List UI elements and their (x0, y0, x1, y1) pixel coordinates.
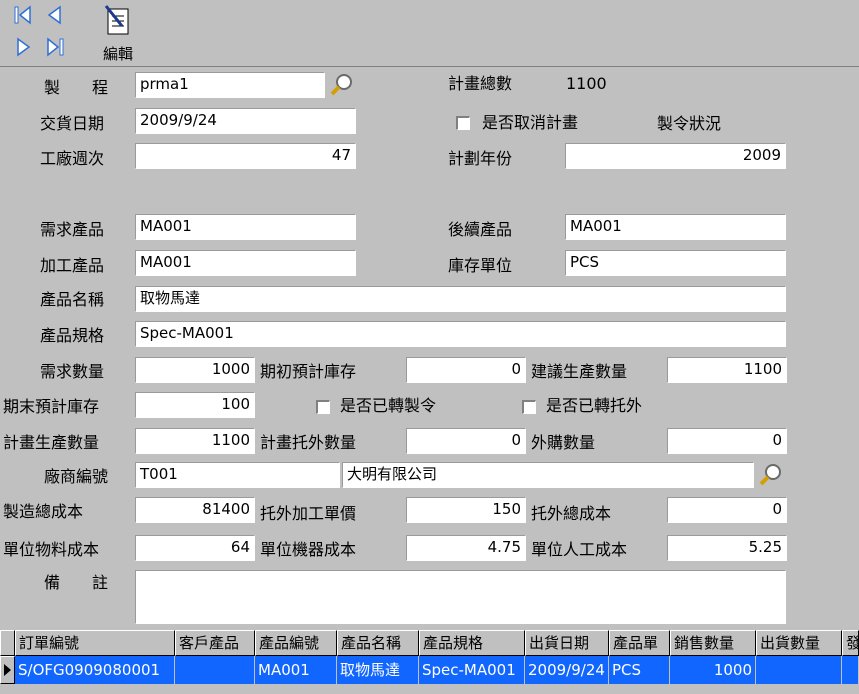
product-spec-field[interactable]: Spec-MA001 (135, 321, 786, 347)
purchase-qty-label: 外購數量 (531, 433, 596, 452)
unit-machine-cost-field[interactable]: 4.75 (406, 535, 526, 561)
demand-qty-field[interactable]: 1000 (135, 357, 255, 383)
cell-product-name[interactable]: 取物馬達 (337, 656, 419, 684)
edit-label: 編輯 (102, 45, 133, 63)
header-product-unit[interactable]: 產品單 (609, 630, 670, 656)
header-product-spec[interactable]: 產品規格 (419, 630, 525, 656)
cell-extra[interactable] (842, 656, 859, 684)
row-pointer-icon (4, 664, 11, 676)
next-record-icon[interactable] (12, 36, 34, 58)
product-name-field[interactable]: 取物馬達 (135, 286, 786, 312)
product-spec-label: 產品規格 (40, 326, 105, 345)
first-record-icon[interactable] (12, 4, 34, 26)
total-cost-field[interactable]: 81400 (135, 497, 255, 523)
process-field[interactable]: prma1 (135, 72, 325, 98)
next-product-label: 後續產品 (448, 220, 513, 239)
header-ship-date[interactable]: 出貨日期 (525, 630, 609, 656)
grid-header: 訂單編號 客戶產品 產品編號 產品名稱 產品規格 出貨日期 產品單 銷售數量 出… (0, 630, 859, 656)
outsource-total-cost-label: 托外總成本 (531, 504, 612, 523)
demand-product-label: 需求產品 (40, 220, 105, 239)
next-product-field[interactable]: MA001 (565, 214, 786, 240)
process-label: 製 程 (44, 78, 109, 97)
remarks-field[interactable] (135, 570, 786, 624)
to-outsource-label: 是否已轉托外 (546, 396, 643, 415)
header-ship-qty[interactable]: 出貨數量 (756, 630, 842, 656)
unit-machine-cost-label: 單位機器成本 (260, 540, 357, 559)
cell-sales-qty[interactable]: 1000 (670, 656, 756, 684)
purchase-qty-field[interactable]: 0 (667, 428, 787, 454)
plan-outsource-qty-field[interactable]: 0 (406, 428, 526, 454)
table-row[interactable]: S/OFG0909080001 MA001 取物馬達 Spec-MA001 20… (0, 656, 859, 684)
processed-product-label: 加工產品 (40, 256, 105, 275)
plan-year-label: 計劃年份 (448, 149, 513, 168)
grid-corner (0, 630, 15, 656)
factory-week-field[interactable]: 47 (135, 143, 356, 169)
vendor-no-label: 廠商編號 (44, 467, 109, 486)
header-extra[interactable]: 發 (842, 630, 859, 656)
total-cost-label: 製造總成本 (3, 502, 84, 521)
unit-labor-cost-label: 單位人工成本 (531, 540, 628, 559)
plan-outsource-qty-label: 計畫托外數量 (260, 433, 357, 452)
cancel-plan-checkbox[interactable] (456, 116, 470, 130)
order-status-label: 製令狀況 (657, 114, 722, 133)
plan-year-field[interactable]: 2009 (565, 143, 786, 169)
demand-qty-label: 需求數量 (40, 362, 105, 381)
end-est-stock-label: 期末預計庫存 (3, 397, 100, 416)
plan-prod-qty-label: 計畫生產數量 (3, 433, 100, 452)
vendor-no-field[interactable]: T001 (135, 462, 340, 488)
to-order-label: 是否已轉製令 (340, 396, 437, 415)
cell-product-spec[interactable]: Spec-MA001 (419, 656, 525, 684)
delivery-date-label: 交貨日期 (40, 114, 105, 133)
factory-week-label: 工廠週次 (40, 149, 105, 168)
demand-product-field[interactable]: MA001 (135, 214, 356, 240)
cell-ship-date[interactable]: 2009/9/24 (525, 656, 609, 684)
product-name-label: 產品名稱 (40, 290, 105, 309)
unit-material-cost-label: 單位物料成本 (3, 540, 100, 559)
suggest-prod-qty-label: 建議生產數量 (531, 362, 628, 381)
unit-material-cost-field[interactable]: 64 (135, 535, 255, 561)
cell-product-unit[interactable]: PCS (609, 656, 670, 684)
stock-unit-field[interactable]: PCS (565, 250, 786, 276)
stock-unit-label: 庫存單位 (448, 256, 513, 275)
remarks-label: 備 註 (44, 573, 109, 592)
initial-est-stock-label: 期初預計庫存 (260, 362, 357, 381)
vendor-name-field[interactable]: 大明有限公司 (342, 462, 754, 488)
processed-product-field[interactable]: MA001 (135, 250, 356, 276)
cell-order-no[interactable]: S/OFG0909080001 (15, 656, 175, 684)
plan-total-label: 計畫總數 (448, 74, 513, 93)
initial-est-stock-field[interactable]: 0 (406, 357, 526, 383)
cell-product-no[interactable]: MA001 (255, 656, 337, 684)
to-order-checkbox[interactable] (316, 400, 330, 414)
row-indicator (0, 656, 15, 684)
header-order-no[interactable]: 訂單編號 (15, 630, 175, 656)
to-outsource-checkbox[interactable] (522, 400, 536, 414)
header-product-no[interactable]: 產品編號 (255, 630, 337, 656)
edit-icon (104, 5, 129, 35)
edit-button[interactable]: 編輯 (96, 4, 140, 63)
prev-record-icon[interactable] (44, 4, 66, 26)
toolbar: 編輯 (0, 0, 859, 67)
cancel-plan-label: 是否取消計畫 (482, 113, 579, 132)
cell-ship-qty[interactable] (756, 656, 842, 684)
last-record-icon[interactable] (44, 36, 66, 58)
unit-labor-cost-field[interactable]: 5.25 (667, 535, 787, 561)
outsource-total-cost-field[interactable]: 0 (667, 497, 787, 523)
vendor-search-icon[interactable] (758, 462, 784, 488)
plan-total-value: 1100 (566, 74, 607, 93)
plan-prod-qty-field[interactable]: 1100 (135, 428, 255, 454)
delivery-date-field[interactable]: 2009/9/24 (135, 108, 356, 134)
header-customer-product[interactable]: 客戶產品 (175, 630, 255, 656)
process-search-icon[interactable] (329, 72, 355, 98)
header-sales-qty[interactable]: 銷售數量 (670, 630, 756, 656)
suggest-prod-qty-field[interactable]: 1100 (667, 357, 787, 383)
cell-customer-product[interactable] (175, 656, 255, 684)
outsource-unit-price-label: 托外加工單價 (260, 504, 357, 523)
end-est-stock-field[interactable]: 100 (135, 392, 255, 418)
outsource-unit-price-field[interactable]: 150 (406, 497, 526, 523)
order-grid: 訂單編號 客戶產品 產品編號 產品名稱 產品規格 出貨日期 產品單 銷售數量 出… (0, 630, 859, 694)
header-product-name[interactable]: 產品名稱 (337, 630, 419, 656)
